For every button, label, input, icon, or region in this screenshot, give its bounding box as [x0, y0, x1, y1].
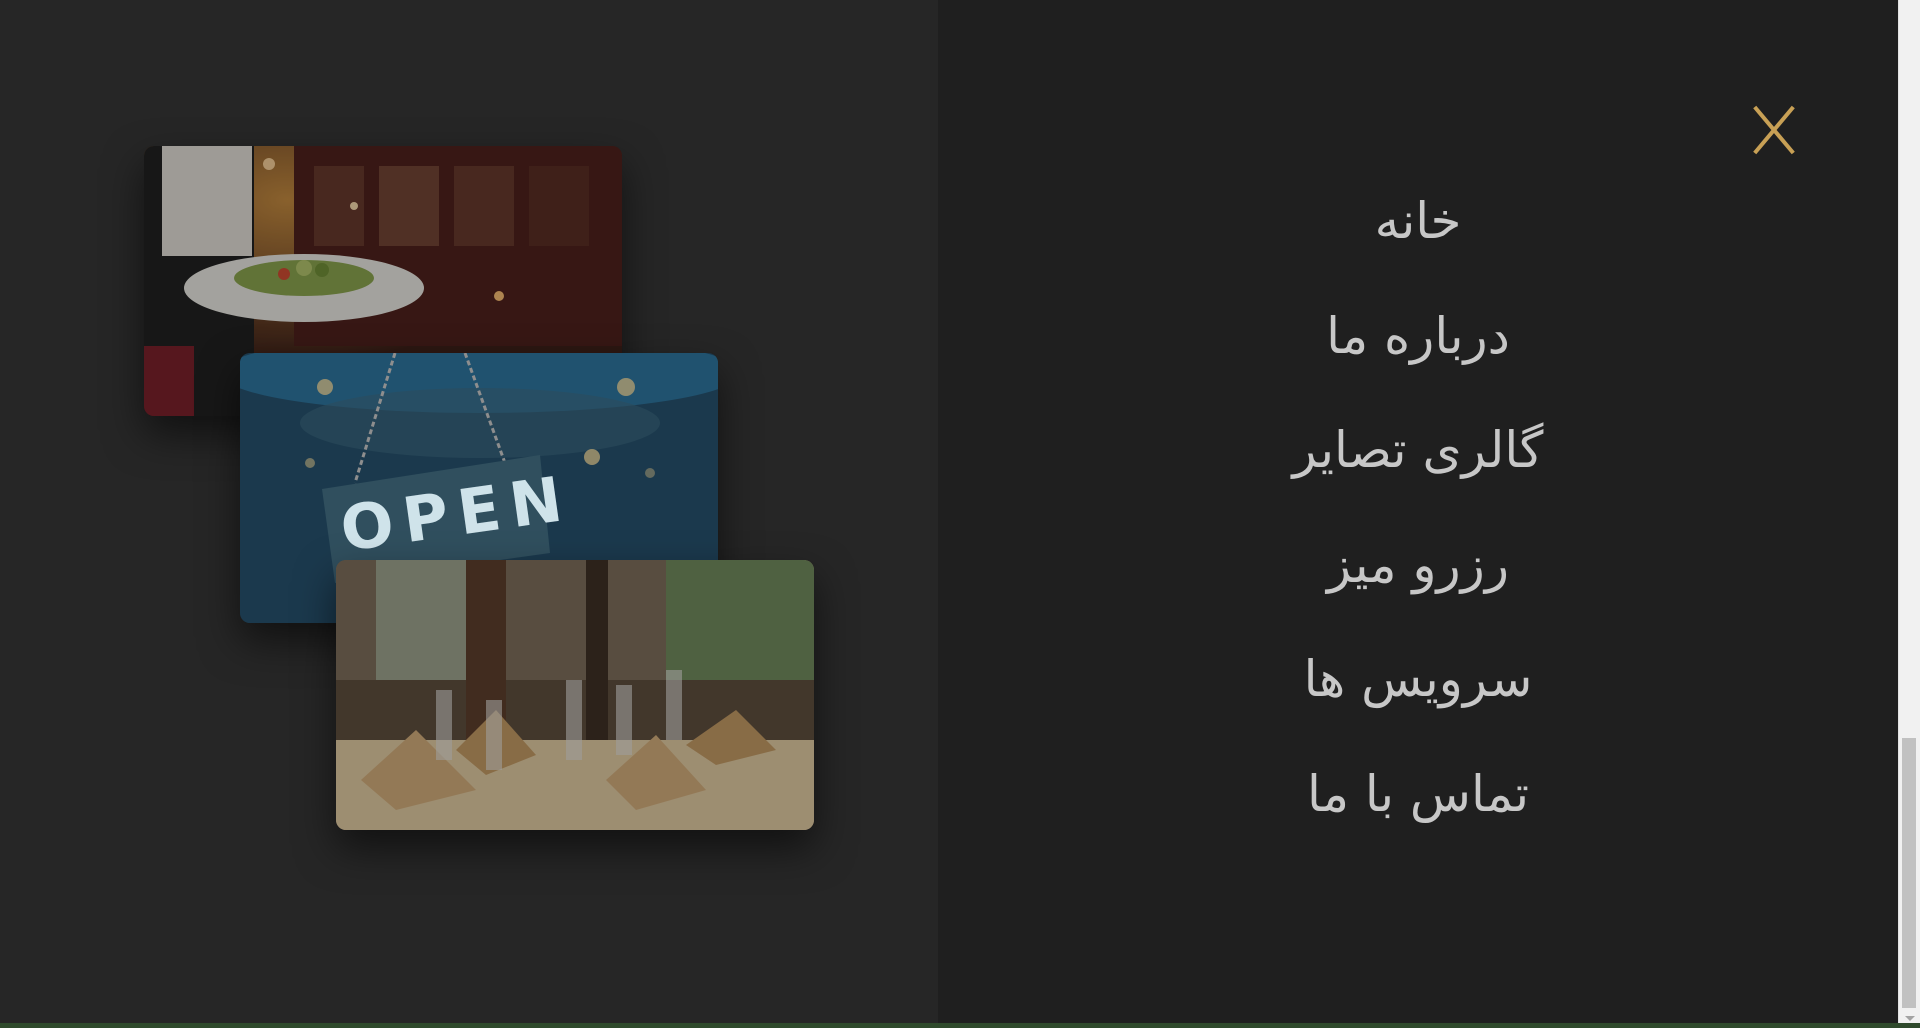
nav-link-contact[interactable]: تماس با ما: [1307, 765, 1529, 823]
nav-link-gallery[interactable]: گالری تصایر: [1293, 421, 1544, 479]
nav-link-about[interactable]: درباره ما: [1326, 307, 1510, 365]
scroll-down-arrow-icon[interactable]: [1905, 1016, 1915, 1021]
close-icon[interactable]: [1750, 100, 1798, 158]
nav-item-contact: تماس با ما: [1118, 749, 1718, 864]
scrollbar-thumb[interactable]: [1902, 738, 1916, 1008]
main-nav: خانه درباره ما گالری تصایر رزرو میز سروی…: [1118, 176, 1718, 863]
nav-item-gallery: گالری تصایر: [1118, 405, 1718, 520]
nav-link-home[interactable]: خانه: [1375, 192, 1462, 250]
restaurant-table-setting-photo: [336, 560, 814, 830]
nav-link-services[interactable]: سرویس ها: [1304, 650, 1533, 708]
nav-item-reservation: رزرو میز: [1118, 520, 1718, 635]
image-panel: OPEN: [0, 0, 938, 1023]
vertical-scrollbar[interactable]: [1898, 0, 1920, 1023]
page: OPEN خانه درباره ما گالری تصایر رزرو میز…: [0, 0, 1920, 1028]
bottom-border: [0, 1023, 1920, 1028]
nav-item-services: سرویس ها: [1118, 634, 1718, 749]
nav-item-home: خانه: [1118, 176, 1718, 291]
nav-link-reservation[interactable]: رزرو میز: [1327, 536, 1509, 594]
nav-item-about: درباره ما: [1118, 291, 1718, 406]
